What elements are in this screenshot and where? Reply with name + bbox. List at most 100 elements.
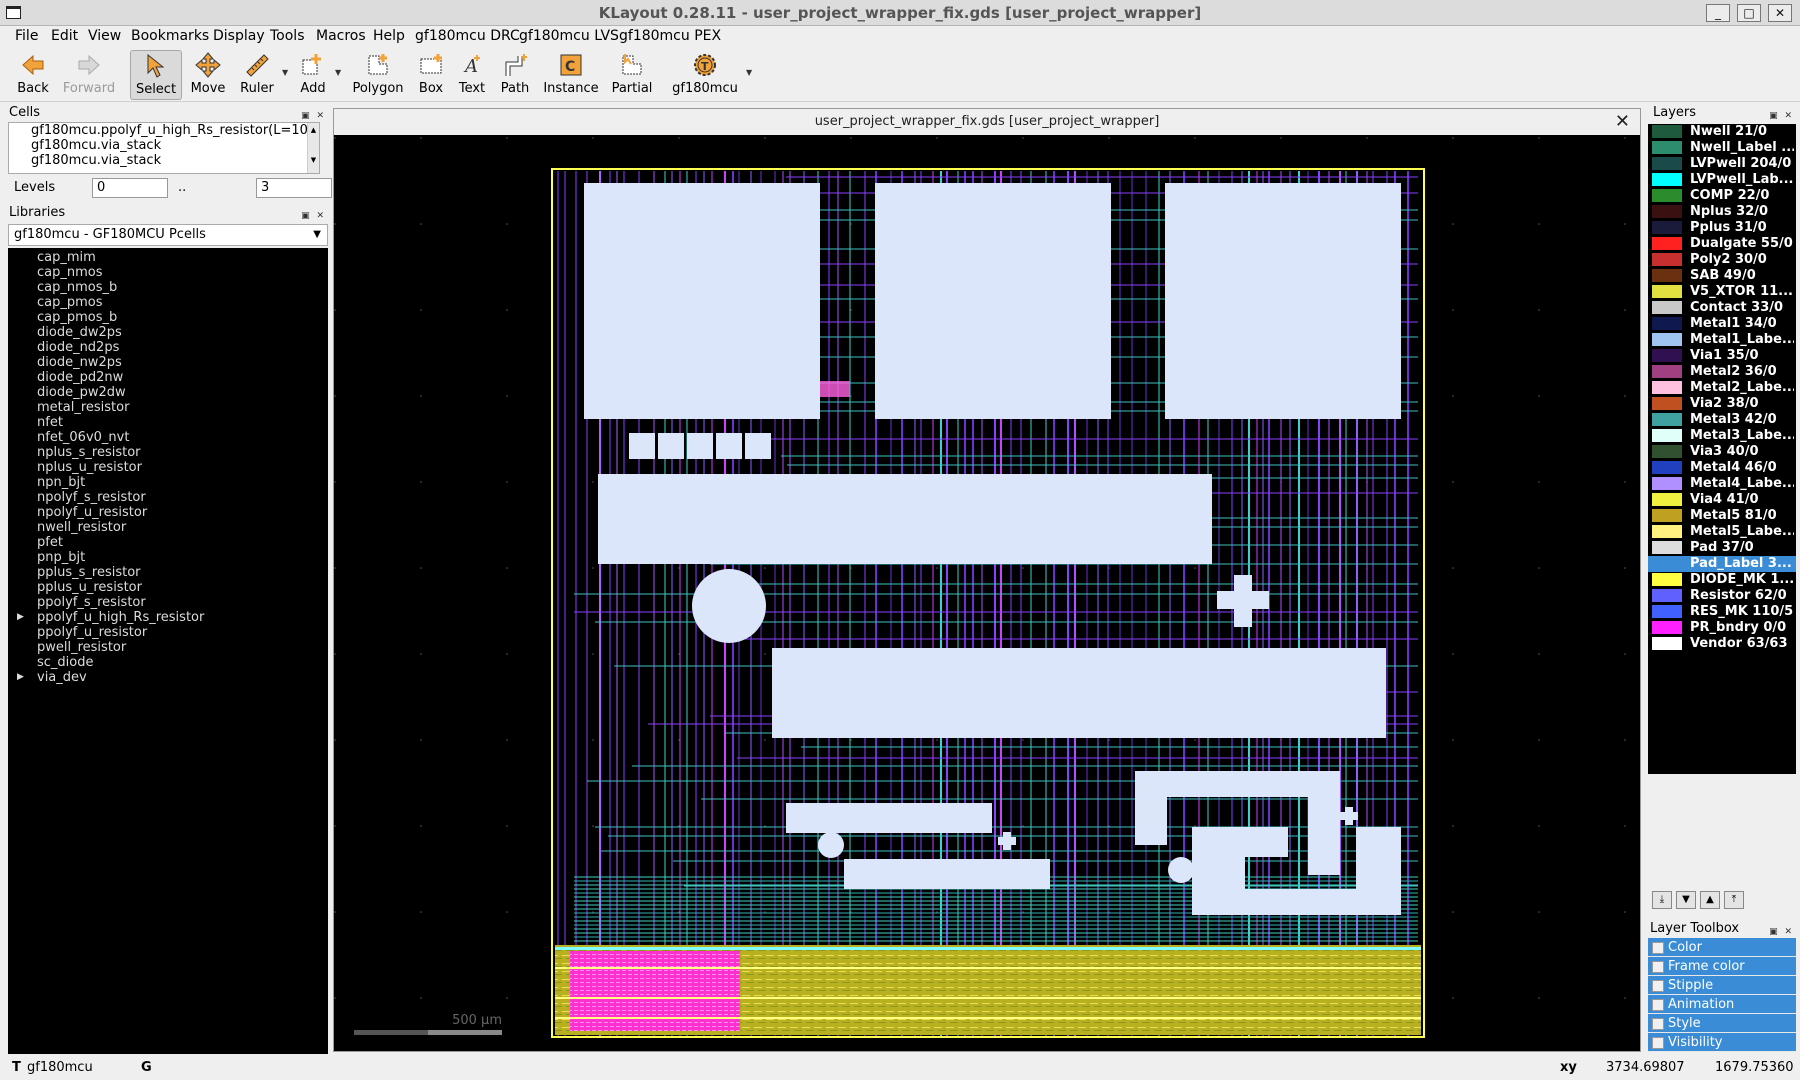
- library-cell-item[interactable]: nwell_resistor: [8, 520, 328, 535]
- ruler-dropdown-icon[interactable]: ▼: [282, 68, 288, 77]
- library-cell-item[interactable]: ppolyf_s_resistor: [8, 595, 328, 610]
- library-cell-item[interactable]: ▶ via_dev: [8, 670, 328, 685]
- toolbox-style[interactable]: Style: [1648, 1014, 1796, 1033]
- layout-canvas[interactable]: 500 µm: [334, 137, 1640, 1051]
- layer-row[interactable]: Nwell_Label ...: [1648, 140, 1796, 156]
- library-cell-list[interactable]: cap_mim cap_nmos cap_nmos_b cap_pmos cap_pmo…: [8, 248, 328, 1054]
- expand-arrow-icon[interactable]: ▶: [17, 610, 24, 625]
- menu-drc[interactable]: gf180mcu DRC: [415, 28, 520, 44]
- instance-tool-button[interactable]: C Instance: [542, 50, 600, 100]
- maximize-button[interactable]: □: [1737, 4, 1761, 22]
- menu-file[interactable]: File: [15, 28, 38, 44]
- text-tool-button[interactable]: A Text: [455, 50, 489, 100]
- layer-row[interactable]: Metal2_Labe...: [1648, 380, 1796, 396]
- library-cell-item[interactable]: ppolyf_u_resistor: [8, 625, 328, 640]
- library-cell-item[interactable]: npolyf_s_resistor: [8, 490, 328, 505]
- layer-row[interactable]: PR_bndry 0/0: [1648, 620, 1796, 636]
- partial-tool-button[interactable]: Partial: [610, 50, 654, 100]
- move-down-icon[interactable]: ▼: [1676, 891, 1696, 909]
- layer-row[interactable]: Metal3_Labe...: [1648, 428, 1796, 444]
- menu-display[interactable]: Display: [213, 28, 265, 44]
- select-tool-button[interactable]: Select: [130, 50, 182, 100]
- library-cell-item[interactable]: nfet_06v0_nvt: [8, 430, 328, 445]
- add-dropdown-icon[interactable]: ▼: [335, 68, 341, 77]
- library-cell-item[interactable]: cap_mim: [8, 250, 328, 265]
- gf180mcu-tech-button[interactable]: T gf180mcu: [670, 50, 740, 100]
- layer-row[interactable]: Vendor 63/63: [1648, 636, 1796, 652]
- menu-pex[interactable]: gf180mcu PEX: [619, 28, 721, 44]
- library-cell-item[interactable]: pfet: [8, 535, 328, 550]
- toolbox-animation[interactable]: Animation: [1648, 995, 1796, 1014]
- forward-button[interactable]: Forward: [60, 50, 118, 100]
- tech-dropdown-icon[interactable]: ▼: [746, 68, 752, 77]
- layer-row[interactable]: LVPwell_Lab...: [1648, 172, 1796, 188]
- menu-tools[interactable]: Tools: [270, 28, 305, 44]
- move-tool-button[interactable]: Move: [188, 50, 228, 100]
- layer-row[interactable]: Contact 33/0: [1648, 300, 1796, 316]
- layer-row[interactable]: LVPwell 204/0: [1648, 156, 1796, 172]
- toolbox-frame-color[interactable]: Frame color: [1648, 957, 1796, 976]
- layer-row[interactable]: Via4 41/0: [1648, 492, 1796, 508]
- library-cell-item[interactable]: pwell_resistor: [8, 640, 328, 655]
- minimize-button[interactable]: _: [1706, 4, 1730, 22]
- menu-edit[interactable]: Edit: [51, 28, 78, 44]
- layer-row[interactable]: Poly2 30/0: [1648, 252, 1796, 268]
- layer-row[interactable]: Metal2 36/0: [1648, 364, 1796, 380]
- library-cell-item[interactable]: cap_nmos_b: [8, 280, 328, 295]
- library-cell-item[interactable]: pplus_u_resistor: [8, 580, 328, 595]
- library-select[interactable]: gf180mcu - GF180MCU Pcells ▼: [8, 224, 328, 246]
- cell-item[interactable]: gf180mcu.ppolyf_u_high_Rs_resistor(L=100…: [31, 123, 319, 138]
- layer-row[interactable]: Metal3 42/0: [1648, 412, 1796, 428]
- library-cell-item[interactable]: sc_diode: [8, 655, 328, 670]
- library-cell-item[interactable]: diode_dw2ps: [8, 325, 328, 340]
- library-cell-item[interactable]: ▶ ppolyf_u_high_Rs_resistor: [8, 610, 328, 625]
- back-button[interactable]: Back: [12, 50, 54, 100]
- move-to-top-icon[interactable]: ⤒: [1724, 891, 1744, 909]
- path-tool-button[interactable]: Path: [497, 50, 533, 100]
- layer-row[interactable]: Metal5_Labe...: [1648, 524, 1796, 540]
- layer-row[interactable]: Nwell 21/0: [1648, 124, 1796, 140]
- library-cell-item[interactable]: nplus_u_resistor: [8, 460, 328, 475]
- library-cell-item[interactable]: nplus_s_resistor: [8, 445, 328, 460]
- box-tool-button[interactable]: Box: [414, 50, 448, 100]
- menu-bookmarks[interactable]: Bookmarks: [131, 28, 209, 44]
- layer-row[interactable]: Metal5 81/0: [1648, 508, 1796, 524]
- expand-arrow-icon[interactable]: ▶: [17, 670, 24, 685]
- library-cell-item[interactable]: diode_pw2dw: [8, 385, 328, 400]
- menu-help[interactable]: Help: [373, 28, 405, 44]
- layer-row[interactable]: RES_MK 110/5: [1648, 604, 1796, 620]
- library-cell-item[interactable]: diode_nd2ps: [8, 340, 328, 355]
- library-cell-item[interactable]: cap_pmos: [8, 295, 328, 310]
- library-cell-item[interactable]: diode_pd2nw: [8, 370, 328, 385]
- library-cell-item[interactable]: pnp_bjt: [8, 550, 328, 565]
- layer-row[interactable]: Dualgate 55/0: [1648, 236, 1796, 252]
- toolbox-stipple[interactable]: Stipple: [1648, 976, 1796, 995]
- layer-row[interactable]: SAB 49/0: [1648, 268, 1796, 284]
- close-window-button[interactable]: ✕: [1768, 4, 1792, 22]
- layer-row[interactable]: COMP 22/0: [1648, 188, 1796, 204]
- library-cell-item[interactable]: diode_nw2ps: [8, 355, 328, 370]
- library-cell-item[interactable]: nfet: [8, 415, 328, 430]
- toolbox-color[interactable]: Color: [1648, 938, 1796, 957]
- layer-row[interactable]: Via2 38/0: [1648, 396, 1796, 412]
- cell-tree[interactable]: gf180mcu.ppolyf_u_high_Rs_resistor(L=100…: [8, 122, 320, 174]
- layer-row[interactable]: Metal1_Labe...: [1648, 332, 1796, 348]
- layer-row[interactable]: DIODE_MK 1...: [1648, 572, 1796, 588]
- toolbox-visibility[interactable]: Visibility: [1648, 1033, 1796, 1052]
- layer-row[interactable]: Nplus 32/0: [1648, 204, 1796, 220]
- cell-item[interactable]: gf180mcu.via_stack: [31, 138, 319, 153]
- menu-macros[interactable]: Macros: [316, 28, 366, 44]
- panel-float-close-icons[interactable]: ▣ ✕: [1769, 107, 1794, 125]
- layer-list[interactable]: Nwell 21/0 Nwell_Label ... LVPwell 204/0 LV…: [1648, 124, 1796, 774]
- polygon-tool-button[interactable]: Polygon: [352, 50, 404, 100]
- cell-scrollbar[interactable]: ▲ ▼: [307, 123, 319, 173]
- library-cell-item[interactable]: npolyf_u_resistor: [8, 505, 328, 520]
- move-up-icon[interactable]: ▲: [1700, 891, 1720, 909]
- ruler-tool-button[interactable]: Ruler: [236, 50, 278, 100]
- layer-row[interactable]: Via3 40/0: [1648, 444, 1796, 460]
- layer-row[interactable]: Metal4 46/0: [1648, 460, 1796, 476]
- layer-row[interactable]: Metal4_Labe...: [1648, 476, 1796, 492]
- menu-lvs[interactable]: gf180mcu LVS: [519, 28, 619, 44]
- layer-row[interactable]: Pad_Label 3...: [1648, 556, 1796, 572]
- menu-view[interactable]: View: [88, 28, 121, 44]
